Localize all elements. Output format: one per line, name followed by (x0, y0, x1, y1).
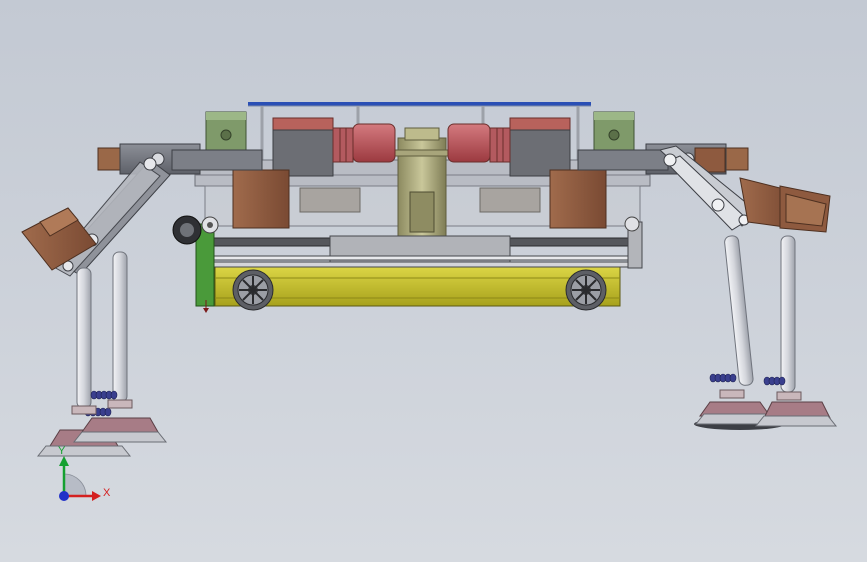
right-suction-cup-back (754, 391, 838, 427)
right-pulley (624, 216, 643, 269)
right-leg-front (724, 235, 754, 386)
robot-assembly-model (21, 102, 838, 501)
left-leg-back (112, 251, 128, 403)
right-wheel (565, 269, 607, 311)
left-brown-block (232, 169, 290, 229)
left-gear-assembly (172, 215, 219, 307)
right-leg-back (780, 235, 796, 393)
drive-chassis (214, 261, 621, 307)
left-leg-front (76, 267, 92, 409)
coordinate-triad (59, 456, 101, 501)
springs (84, 373, 786, 417)
cad-viewport[interactable]: X Y (0, 0, 867, 562)
right-brown-block (549, 169, 607, 229)
axis-y-label: Y (58, 445, 66, 457)
left-wheel (232, 269, 274, 311)
lead-screw (204, 235, 641, 268)
right-arm-motor (739, 177, 831, 233)
top-plate (248, 102, 591, 106)
axis-x-label: X (103, 487, 111, 499)
